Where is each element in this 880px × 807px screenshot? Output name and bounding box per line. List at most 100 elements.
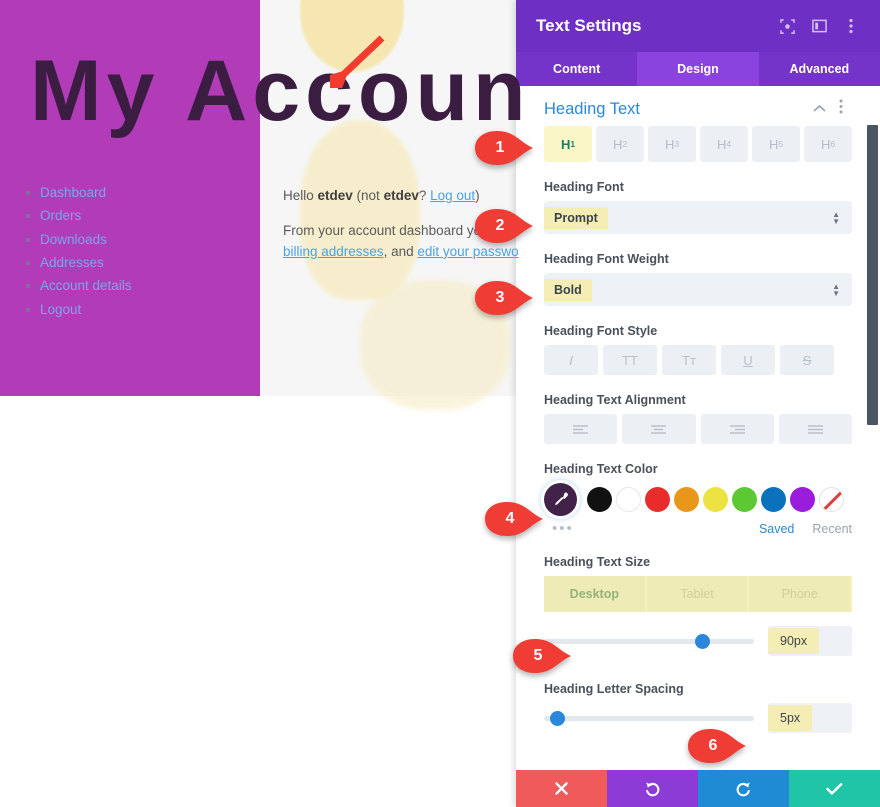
heading-level-h6[interactable]: H6: [804, 126, 852, 162]
color-picker-current-swatch[interactable]: [544, 483, 577, 516]
color-swatch-meta: ••• Saved Recent: [544, 520, 852, 537]
strikethrough-icon[interactable]: S: [780, 345, 834, 375]
heading-letter-spacing-input[interactable]: 5px: [768, 703, 852, 733]
sidebar-item-addresses[interactable]: Addresses: [24, 255, 132, 271]
tab-content[interactable]: Content: [516, 52, 637, 86]
greeting-username-2: etdev: [383, 188, 419, 203]
eyedropper-icon: [555, 492, 568, 506]
color-swatch-yellow[interactable]: [703, 487, 728, 512]
chevron-updown-icon: ▲ ▼: [832, 281, 840, 298]
cancel-button[interactable]: [516, 770, 607, 807]
section-header-heading-text: Heading Text: [544, 86, 852, 126]
section-title[interactable]: Heading Text: [544, 100, 808, 119]
device-tab-phone[interactable]: Phone: [749, 576, 853, 612]
tab-design[interactable]: Design: [637, 52, 759, 86]
kebab-menu-icon[interactable]: [830, 99, 852, 119]
heading-level-h4[interactable]: H4: [700, 126, 748, 162]
heading-level-h1[interactable]: H1: [544, 126, 592, 162]
text-settings-panel: Text Settings Content Design Advanced He…: [516, 0, 880, 807]
heading-level-h3[interactable]: H3: [648, 126, 696, 162]
sidebar-item-logout[interactable]: Logout: [24, 302, 132, 318]
align-center-icon[interactable]: [622, 414, 696, 444]
kebab-menu-icon[interactable]: [836, 12, 866, 40]
sidebar-item-downloads[interactable]: Downloads: [24, 232, 132, 248]
heading-text-alignment-group: [544, 414, 852, 444]
log-out-link[interactable]: Log out: [430, 188, 475, 203]
device-tab-desktop[interactable]: Desktop: [544, 576, 647, 612]
underline-icon[interactable]: U: [721, 345, 775, 375]
step-badge-3: 3: [471, 279, 535, 317]
billing-addresses-link[interactable]: billing addresses: [283, 244, 384, 259]
heading-text-size-input[interactable]: 90px: [768, 626, 852, 656]
recent-colors-tab[interactable]: Recent: [812, 522, 852, 536]
step-badge-number: 4: [505, 510, 515, 527]
heading-font-select[interactable]: Prompt ▲ ▼: [544, 201, 852, 234]
edit-password-link[interactable]: edit your passwo: [417, 244, 518, 259]
chevron-up-icon[interactable]: [808, 100, 830, 118]
more-colors-button[interactable]: •••: [544, 520, 759, 537]
panel-scrollbar[interactable]: [867, 125, 878, 425]
dashboard-description-text: From your account dashboard yo: [283, 222, 482, 238]
device-tab-tablet[interactable]: Tablet: [646, 576, 750, 612]
heading-text-size-label: Heading Text Size: [544, 555, 651, 569]
color-swatch-black[interactable]: [587, 487, 612, 512]
slider-handle[interactable]: [694, 633, 710, 649]
color-swatch-red[interactable]: [645, 487, 670, 512]
italic-icon[interactable]: I: [544, 345, 598, 375]
undo-button[interactable]: [607, 770, 698, 807]
color-swatch-none[interactable]: [819, 487, 844, 512]
save-button[interactable]: [789, 770, 880, 807]
heading-text-color-label: Heading Text Color: [544, 462, 658, 476]
color-swatch-green[interactable]: [732, 487, 757, 512]
heading-level-h5[interactable]: H5: [752, 126, 800, 162]
account-nav-list: Dashboard Orders Downloads Addresses Acc…: [24, 185, 132, 326]
step-badge-number: 1: [495, 139, 505, 156]
uppercase-icon[interactable]: TT: [603, 345, 657, 375]
panel-title: Text Settings: [536, 16, 642, 35]
heading-font-label: Heading Font: [544, 180, 624, 194]
color-swatch-white[interactable]: [616, 487, 641, 512]
color-swatch-blue[interactable]: [761, 487, 786, 512]
step-badge-number: 3: [495, 289, 505, 306]
sidebar-item-label: Dashboard: [40, 185, 107, 200]
greeting-close: ): [475, 188, 480, 203]
smallcaps-icon[interactable]: Tᴛ: [662, 345, 716, 375]
chevron-updown-icon: ▲ ▼: [832, 209, 840, 226]
panel-action-bar: [516, 770, 880, 807]
heading-text-size-slider[interactable]: [544, 633, 754, 649]
heading-font-weight-select[interactable]: Bold ▲ ▼: [544, 273, 852, 306]
redo-button[interactable]: [698, 770, 789, 807]
heading-letter-spacing-slider[interactable]: [544, 710, 754, 726]
greeting-prefix: Hello: [283, 188, 318, 203]
focus-frame-icon[interactable]: [772, 12, 802, 40]
slider-handle[interactable]: [550, 710, 566, 726]
annotation-arrow-icon: [330, 35, 385, 88]
step-badge-number: 6: [708, 737, 718, 754]
greeting-username: etdev: [317, 188, 353, 203]
heading-letter-spacing-label: Heading Letter Spacing: [544, 682, 684, 696]
align-justify-icon[interactable]: [778, 414, 852, 444]
panel-header: Text Settings: [516, 0, 880, 52]
panel-tabs: Content Design Advanced: [516, 52, 880, 86]
step-badge-4: 4: [481, 500, 545, 538]
description-mid: , and: [383, 243, 418, 259]
align-right-icon[interactable]: [700, 414, 774, 444]
heading-text-size-slider-row: 90px: [544, 626, 852, 656]
layout-panel-icon[interactable]: [804, 12, 834, 40]
sidebar-item-dashboard[interactable]: Dashboard: [24, 185, 132, 201]
sidebar-item-orders[interactable]: Orders: [24, 208, 132, 224]
screenshot-root: My Accoun Dashboard Orders Downloads Add…: [0, 0, 880, 807]
heading-font-value: Prompt: [544, 206, 608, 229]
align-left-icon[interactable]: [544, 414, 618, 444]
heading-level-h2[interactable]: H2: [596, 126, 644, 162]
color-swatch-purple[interactable]: [790, 487, 815, 512]
sidebar-item-label: Addresses: [40, 255, 104, 271]
tab-advanced[interactable]: Advanced: [759, 52, 880, 86]
sidebar-item-account-details[interactable]: Account details: [24, 278, 132, 294]
step-badge-1: 1: [471, 129, 535, 167]
saved-colors-tab[interactable]: Saved: [759, 522, 794, 536]
heading-letter-spacing-value: 5px: [768, 705, 813, 731]
color-swatch-orange[interactable]: [674, 487, 699, 512]
check-icon: [826, 782, 843, 795]
greeting-question: ?: [418, 188, 431, 203]
